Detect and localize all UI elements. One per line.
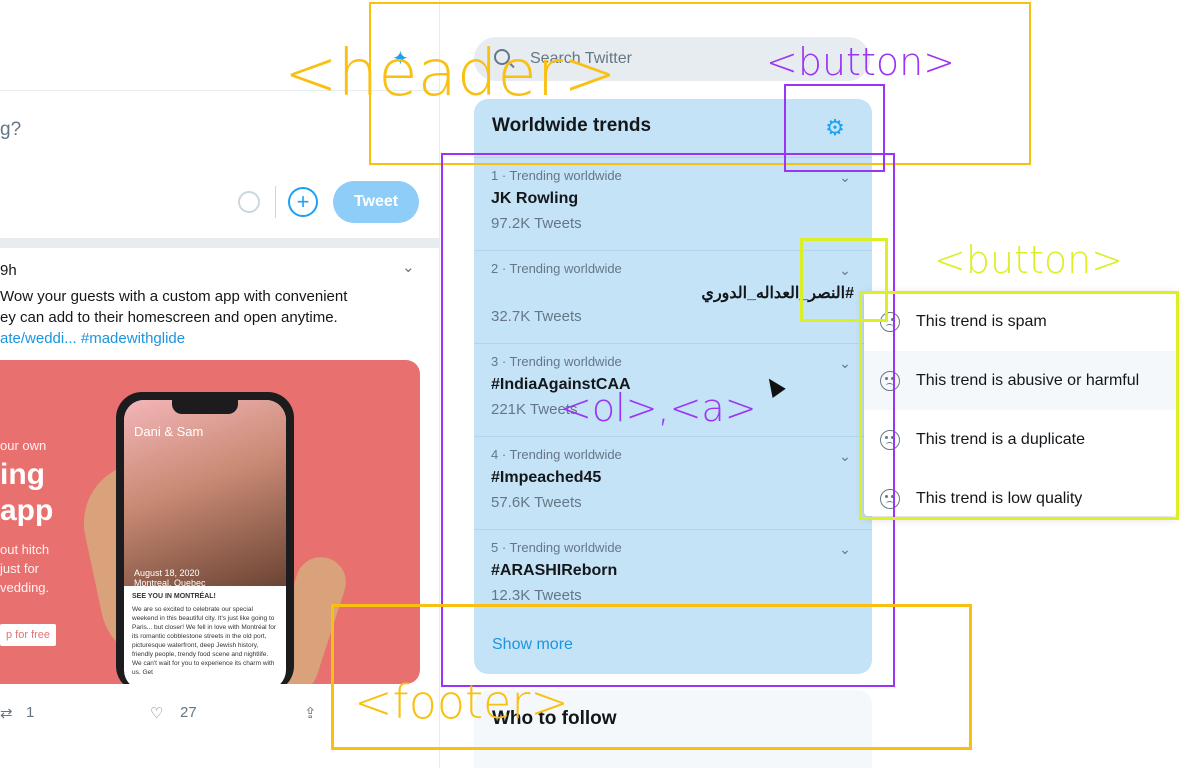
retweet-icon[interactable]: ⇄ [0,704,13,722]
phone-app-title: Dani & Sam [134,424,204,439]
composer-input[interactable]: g? [0,119,21,141]
phone-event-date: August 18, 2020 Montreal, Quebec [134,568,206,588]
tweet-text-line-2: ey can add to their homescreen and open … [0,309,338,326]
composer-divider [275,186,276,218]
phone-body: SEE YOU IN MONTRÉAL! We are so excited t… [132,592,278,677]
caret-button-annotation-label: <button> [934,238,1124,282]
character-counter-icon [238,191,260,213]
share-icon[interactable]: ⇪ [304,704,317,722]
phone-date: August 18, 2020 [134,568,200,578]
phone-location: Montreal, Quebec [134,578,206,588]
tweet-timestamp[interactable]: 9h [0,262,17,279]
tweet-link[interactable]: ate/weddi... #madewithglide [0,330,185,347]
menu-annotation-box [859,291,1179,520]
ad-headline-line-2: app [0,494,54,527]
list-annotation-label: <ol>,<a> [560,386,757,430]
tweet-text-line-1: Wow your guests with a custom app with c… [0,288,348,305]
phone-notch [172,400,238,414]
like-count: 27 [180,704,197,721]
phone-mockup: Dani & Sam August 18, 2020 Montreal, Queb… [116,392,294,684]
ad-text-line-4: vedding. [0,580,50,595]
phone-screen: Dani & Sam August 18, 2020 Montreal, Queb… [124,400,286,684]
phone-heading: SEE YOU IN MONTRÉAL! [132,593,216,600]
chevron-down-icon[interactable]: ⌄ [402,258,415,276]
ad-cta-button[interactable]: p for free [0,624,56,646]
add-thread-button[interactable]: + [288,187,318,217]
retweet-count: 1 [26,704,35,721]
footer-annotation-label: <footer> [354,675,569,729]
section-divider [0,238,440,248]
like-icon[interactable]: ♡ [150,704,163,722]
ad-text-line-3: just for [0,561,40,576]
tweet-text: Wow your guests with a custom app with c… [0,286,400,349]
ad-text-line-2: out hitch [0,542,50,557]
tweet-button[interactable]: Tweet [333,181,419,223]
header-annotation-label: <header> [284,37,617,111]
ad-text-line-1: our own [0,438,47,453]
phone-paragraph: We are so excited to celebrate our speci… [132,606,277,676]
button-annotation-label: <button> [766,40,956,84]
ad-headline-line-1: ing [0,458,45,491]
